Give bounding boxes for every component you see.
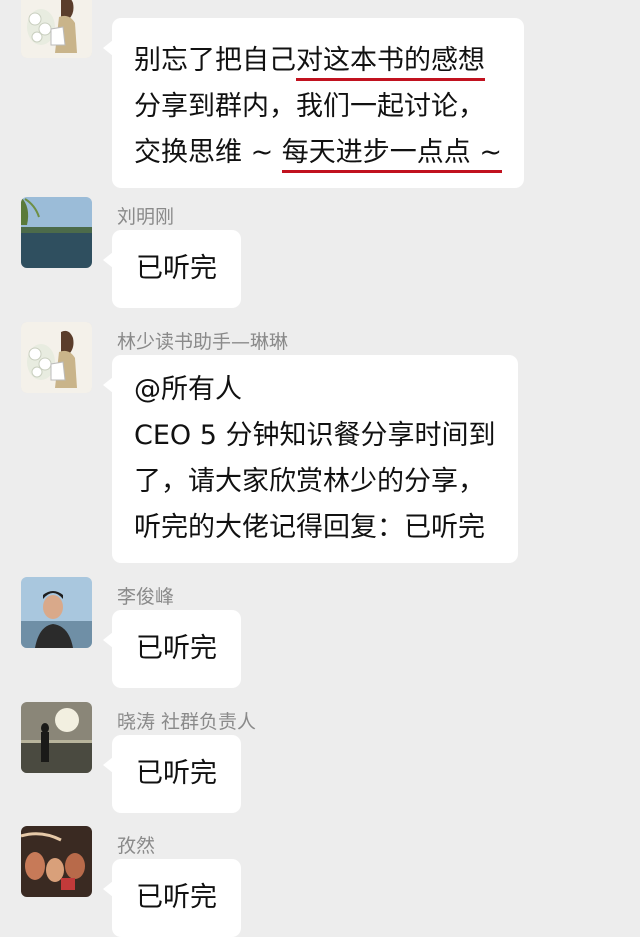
chat-message: 刘明刚 已听完 [0, 197, 640, 308]
message-bubble[interactable]: 已听完 [103, 610, 241, 688]
sender-name: 李俊峰 [117, 586, 175, 608]
message-line: 别忘了把自己对这本书的感想 [134, 38, 502, 84]
message-line: 已听完 [136, 758, 217, 789]
sender-name: 林少读书助手—琳琳 [117, 331, 289, 353]
message-line: 交换思维 ~ 每天进步一点点 ~ [134, 130, 503, 176]
lake-landscape-avatar[interactable] [21, 197, 92, 268]
message-line: 已听完 [136, 633, 217, 664]
chat-message: 李俊峰 已听完 [0, 577, 640, 688]
sender-name: 刘明刚 [117, 206, 175, 228]
message-line: 听完的大佬记得回复：已听完 [134, 512, 485, 543]
underlined-text: 对这本书的感想 [296, 45, 485, 81]
woman-flowers-avatar[interactable] [21, 322, 92, 393]
message-bubble[interactable]: @所有人 CEO 5 分钟知识餐分享时间到 了，请大家欣赏林少的分享， 听完的大… [103, 355, 518, 563]
group-photo-avatar[interactable] [21, 826, 92, 897]
message-line: 已听完 [136, 253, 217, 284]
chat-message: 晓涛 社群负责人 已听完 [0, 702, 640, 813]
sender-name: 孜然 [117, 835, 156, 857]
sunset-silhouette-avatar[interactable] [21, 702, 92, 773]
sender-name: 晓涛 社群负责人 [117, 711, 257, 733]
message-bubble[interactable]: 已听完 [103, 859, 241, 937]
message-line: 已听完 [136, 882, 217, 913]
chat-message: 孜然 已听完 [0, 826, 640, 937]
underlined-text: 每天进步一点点 ~ [281, 137, 503, 173]
message-line: @所有人 [134, 374, 242, 405]
man-portrait-avatar[interactable] [21, 577, 92, 648]
chat-message: 林少读书助手—琳琳 @所有人 CEO 5 分钟知识餐分享时间到 了，请大家欣赏林… [0, 322, 640, 563]
message-bubble[interactable]: 别忘了把自己对这本书的感想 分享到群内，我们一起讨论， 交换思维 ~ 每天进步一… [102, 18, 525, 188]
message-line: 分享到群内，我们一起讨论， [134, 91, 485, 122]
chat-message: 别忘了把自己对这本书的感想 分享到群内，我们一起讨论， 交换思维 ~ 每天进步一… [0, 0, 640, 188]
message-line: 了，请大家欣赏林少的分享， [134, 466, 485, 497]
message-bubble[interactable]: 已听完 [103, 735, 241, 813]
message-bubble[interactable]: 已听完 [103, 230, 241, 308]
message-line: CEO 5 分钟知识餐分享时间到 [134, 420, 496, 451]
woman-flowers-avatar[interactable] [21, 0, 92, 58]
